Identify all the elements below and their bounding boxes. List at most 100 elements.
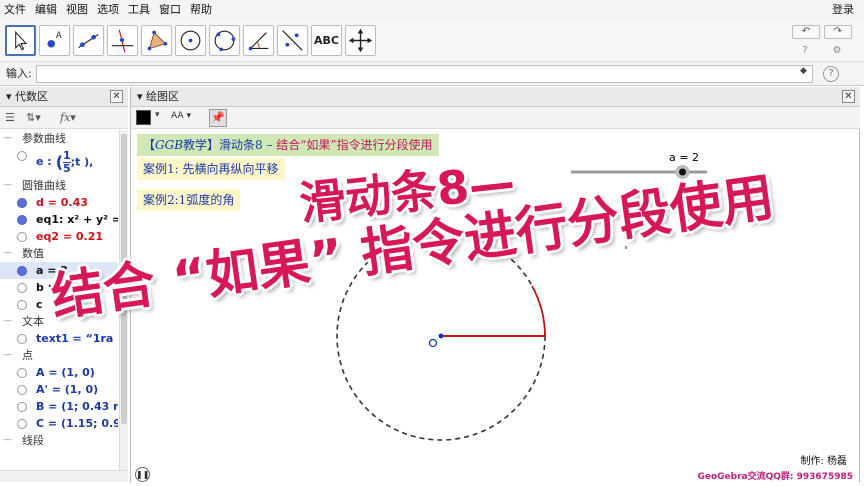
algebra-item[interactable]: text1 = “1ra	[0, 330, 118, 347]
move-view-tool-button[interactable]	[345, 25, 376, 56]
angle-icon	[248, 32, 269, 51]
pin-icon[interactable]: 📌	[209, 109, 227, 127]
visibility-toggle[interactable]	[17, 300, 27, 310]
radian-arc	[531, 285, 546, 337]
algebra-row-text: 圆锥曲线	[22, 179, 66, 192]
algebra-category[interactable]: 线段	[0, 432, 118, 449]
menu-item[interactable]: 帮助	[186, 0, 217, 20]
text-tool-button[interactable]: ABC	[311, 25, 342, 56]
menu-item[interactable]: 文件	[0, 0, 31, 20]
banner-highlight: 结合“如果”指令进行分段使用	[276, 138, 433, 152]
angle-tool-button[interactable]	[243, 25, 274, 56]
algebra-item[interactable]: d = 0.43	[0, 194, 118, 211]
center-point[interactable]	[438, 333, 444, 339]
perpendicular-tool-button[interactable]	[107, 25, 138, 56]
algebra-item[interactable]: eq2 = 0.21	[0, 228, 118, 245]
cursor-arrow-icon	[15, 30, 28, 51]
fraction-tail: ;t ),	[70, 155, 94, 168]
svg-text:A: A	[56, 30, 62, 40]
algebra-item[interactable]: B = (1; 0.43 ra	[0, 398, 118, 415]
algebra-item[interactable]: A = (1, 0)	[0, 364, 118, 381]
line-tool-button[interactable]	[73, 25, 104, 56]
visibility-toggle[interactable]	[17, 334, 27, 344]
algebra-item[interactable]: eq1: x² + y² =	[0, 211, 118, 228]
menu-item[interactable]: 编辑	[31, 0, 62, 20]
menu-item[interactable]: 工具	[124, 0, 155, 20]
font-size-button[interactable]: AA ▾	[171, 111, 191, 121]
algebra-title: ▾ 代数区	[6, 90, 49, 103]
reflect-tool-button[interactable]	[277, 25, 308, 56]
input-field[interactable]	[36, 65, 813, 83]
color-swatch[interactable]	[136, 110, 151, 125]
polygon-tool-button[interactable]	[141, 25, 172, 56]
algebra-row-text: 点	[22, 349, 33, 362]
redo-icon: ↷	[833, 26, 843, 37]
input-label: 输入:	[6, 67, 32, 80]
visibility-toggle[interactable]	[17, 266, 27, 276]
visibility-toggle[interactable]	[17, 215, 27, 225]
algebra-row-text: 参数曲线	[22, 132, 66, 145]
visibility-toggle[interactable]	[17, 368, 27, 378]
visibility-toggle[interactable]	[17, 402, 27, 412]
circle-center-tool-button[interactable]	[175, 25, 206, 56]
menu-item[interactable]: 选项	[93, 0, 124, 20]
text-tool-label: ABC	[314, 34, 339, 47]
algebra-style-icon[interactable]: ☰	[5, 109, 15, 127]
qq-group-text: GeoGebra交流QQ群: 993675985	[697, 472, 853, 482]
origin-point[interactable]	[428, 338, 438, 348]
login-link[interactable]: 登录	[832, 0, 854, 20]
point-tool-button[interactable]: A	[39, 25, 70, 56]
pause-animation-button[interactable]: ❚❚	[135, 467, 150, 482]
circle-icon	[180, 30, 201, 51]
case1-text: 案例1: 先横向再纵向平移	[137, 158, 285, 180]
menu-item[interactable]: 视图	[62, 0, 93, 20]
function-icon[interactable]: fx▾	[60, 109, 76, 127]
visibility-toggle[interactable]	[17, 419, 27, 429]
banner-ggb: GGB	[155, 138, 184, 152]
algebra-category[interactable]: 圆锥曲线	[0, 177, 118, 194]
polygon-icon	[147, 30, 168, 51]
color-dropdown-icon[interactable]: ▾	[155, 110, 160, 120]
graphics-title: ▾ 绘图区	[137, 90, 180, 103]
line-icon	[78, 33, 99, 48]
algebra-category[interactable]: 点	[0, 347, 118, 364]
visibility-toggle[interactable]	[17, 151, 27, 161]
algebra-hscrollbar[interactable]	[0, 470, 128, 482]
slider-label: a = 2	[669, 151, 699, 164]
fraction-numerator: 1	[63, 148, 71, 163]
algebra-row-text: B = (1; 0.43 ra	[36, 400, 118, 413]
algebra-item[interactable]: e :(1 5 ;t ),	[0, 147, 118, 177]
redo-button[interactable]: ↷	[824, 25, 852, 39]
algebra-category[interactable]: 参数曲线	[0, 130, 118, 147]
toolbar: A ABC ↶ ↷ ? ⚙	[0, 20, 864, 62]
algebra-item[interactable]: A' = (1, 0)	[0, 381, 118, 398]
sort-icon[interactable]: ⇅▾	[26, 109, 41, 127]
algebra-row-text: A' = (1, 0)	[36, 383, 99, 396]
graphics-title-text: 绘图区	[146, 90, 180, 103]
reflect-icon	[282, 30, 303, 51]
graphics-close-icon[interactable]: ✕	[842, 90, 855, 103]
move-tool-button[interactable]	[5, 25, 36, 56]
circle-three-points-tool-button[interactable]	[209, 25, 240, 56]
input-dropdown-icon[interactable]: ◆	[800, 66, 807, 76]
input-bar: 输入: ◆ ?	[0, 62, 864, 86]
visibility-toggle[interactable]	[17, 385, 27, 395]
help-small-icon[interactable]: ?	[798, 44, 812, 58]
move-graphics-icon	[348, 28, 373, 53]
algebra-row-text: C = (1.15; 0.95	[36, 417, 118, 430]
algebra-row-text: d = 0.43	[36, 196, 88, 209]
algebra-header: ▾ 代数区 ✕	[0, 87, 128, 107]
algebra-close-icon[interactable]: ✕	[110, 90, 123, 103]
perpendicular-icon	[111, 29, 134, 53]
undo-button[interactable]: ↶	[792, 25, 820, 39]
settings-gear-icon[interactable]: ⚙	[830, 44, 844, 58]
visibility-toggle[interactable]	[17, 232, 27, 242]
algebra-row-text: c	[36, 298, 43, 311]
visibility-toggle[interactable]	[17, 283, 27, 293]
algebra-row-text: A = (1, 0)	[36, 366, 95, 379]
font-size-label: AA	[171, 111, 184, 121]
menu-item[interactable]: 窗口	[155, 0, 186, 20]
visibility-toggle[interactable]	[17, 198, 27, 208]
algebra-item[interactable]: C = (1.15; 0.95	[0, 415, 118, 432]
input-help-icon[interactable]: ?	[823, 66, 839, 82]
